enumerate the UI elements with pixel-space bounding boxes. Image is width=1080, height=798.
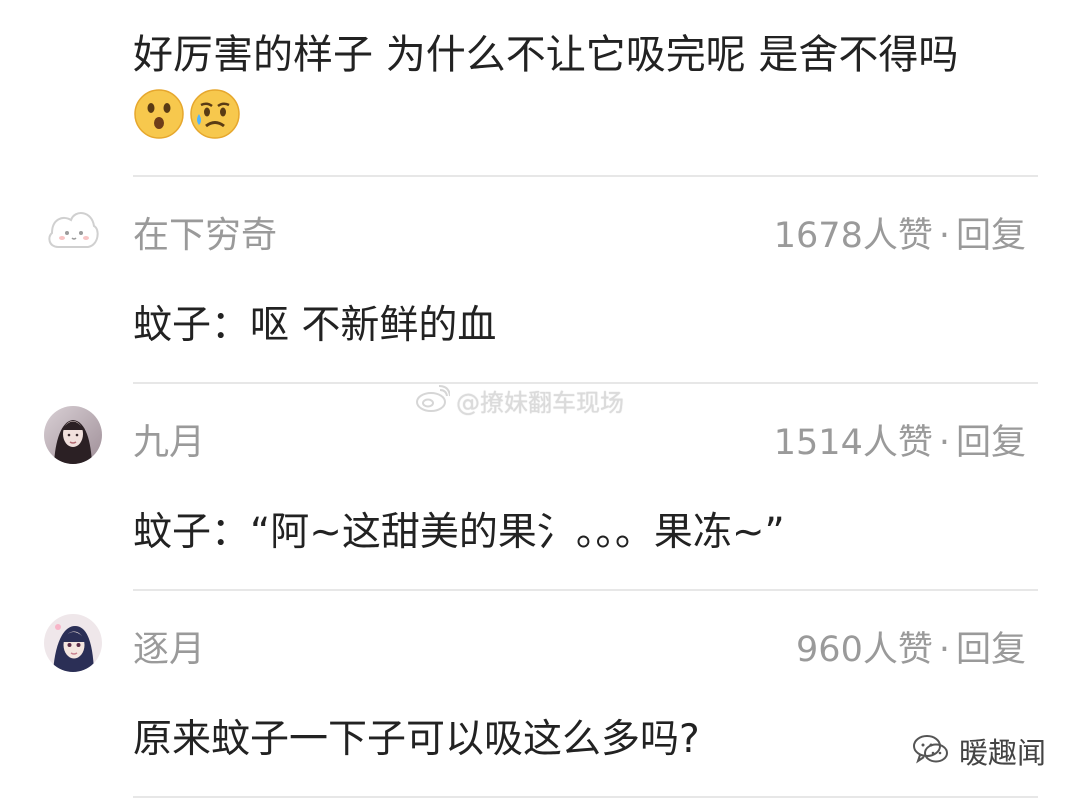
weibo-handle: @撩妹翻车现场 [456, 389, 624, 417]
emoji-row [133, 88, 1038, 140]
avatar[interactable] [44, 406, 102, 464]
reply-link[interactable]: 回复 [956, 423, 1026, 463]
weibo-icon [414, 384, 451, 417]
sad-sweat-face-icon [189, 88, 241, 140]
like-count[interactable]: 960人赞 [796, 630, 933, 670]
divider-3 [133, 589, 1038, 591]
top-comment-text: 好厉害的样子 为什么不让它吸完呢 是舍不得吗 [133, 32, 959, 78]
divider-1 [133, 175, 1038, 177]
comment-meta: 1514人赞 · 回复 [774, 421, 1026, 465]
wechat-name: 暖趣闻 [958, 736, 1046, 770]
username[interactable]: 九月 [133, 421, 205, 465]
username[interactable]: 逐月 [133, 628, 205, 672]
like-count[interactable]: 1678人赞 [774, 216, 933, 256]
reply-link[interactable]: 回复 [956, 216, 1026, 256]
wechat-icon [911, 732, 951, 770]
comment-content: 蚊子：“阿~这甜美的果氵。。。果冻~” [133, 510, 785, 555]
comment-meta: 960人赞 · 回复 [796, 628, 1026, 672]
comment-meta: 1678人赞 · 回复 [774, 214, 1026, 258]
username[interactable]: 在下穷奇 [133, 214, 277, 258]
wechat-watermark: 暖趣闻 [911, 730, 1046, 772]
top-comment: 好厉害的样子 为什么不让它吸完呢 是舍不得吗 [133, 28, 1038, 140]
avatar[interactable] [44, 203, 102, 261]
meta-separator: · [938, 423, 950, 463]
comment-content: 蚊子：呕 不新鲜的血 [133, 303, 497, 348]
weibo-watermark: @撩妹翻车现场 [414, 383, 624, 418]
like-count[interactable]: 1514人赞 [774, 423, 933, 463]
meta-separator: · [938, 630, 950, 670]
surprised-face-icon [133, 88, 185, 140]
avatar[interactable] [44, 614, 102, 672]
comment-content: 原来蚊子一下子可以吸这么多吗? [133, 717, 700, 762]
reply-link[interactable]: 回复 [956, 630, 1026, 670]
meta-separator: · [938, 216, 950, 256]
